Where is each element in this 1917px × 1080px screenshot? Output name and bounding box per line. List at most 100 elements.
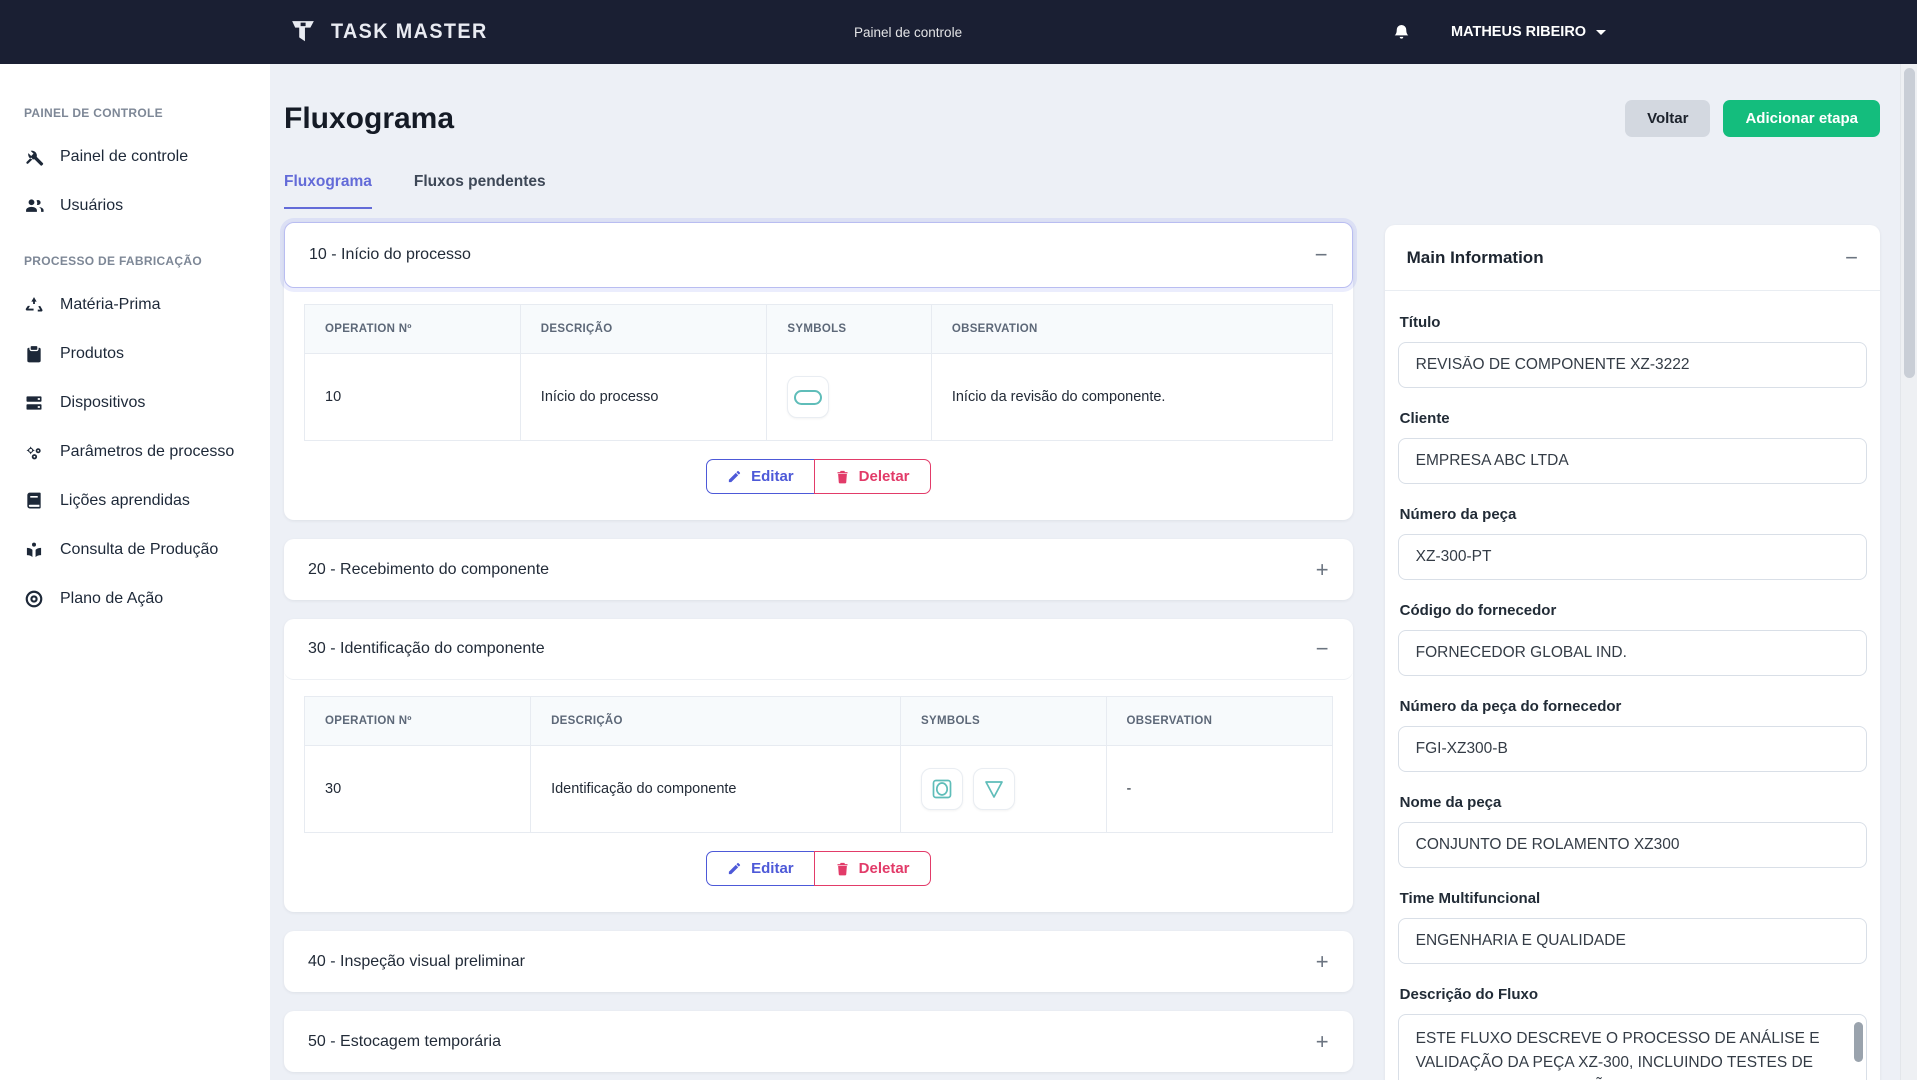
descricao-fluxo-label: Descrição do Fluxo xyxy=(1400,985,1865,1005)
target-icon xyxy=(24,589,44,609)
numero-peca-fornecedor-label: Número da peça do fornecedor xyxy=(1400,697,1865,717)
textarea-scrollbar-thumb[interactable] xyxy=(1854,1022,1863,1062)
recycle-icon xyxy=(24,295,44,315)
devices-icon xyxy=(24,393,44,413)
sidebar-item-label: Matéria-Prima xyxy=(60,296,160,314)
adicionar-etapa-button[interactable]: Adicionar etapa xyxy=(1723,100,1880,137)
accordion-card-30: 30 - Identificação do componente − OPERA… xyxy=(284,619,1353,912)
time-multifuncional-field[interactable] xyxy=(1398,918,1867,964)
top-navbar: TASK MASTER Painel de controle MATHEUS R… xyxy=(0,0,1917,64)
cell-observation: - xyxy=(1106,746,1332,833)
editar-label: Editar xyxy=(751,468,794,485)
sidebar-item-dispositivos[interactable]: Dispositivos xyxy=(0,378,270,427)
accordion-header-50[interactable]: 50 - Estocagem temporária + xyxy=(284,1011,1353,1072)
cliente-field[interactable] xyxy=(1398,438,1867,484)
deletar-button[interactable]: Deletar xyxy=(814,851,931,886)
page-title: Fluxograma xyxy=(284,102,454,136)
sidebar: PAINEL DE CONTROLE Painel de controle Us… xyxy=(0,64,270,1080)
cell-observation: Início da revisão do componente. xyxy=(931,354,1332,441)
book-icon xyxy=(24,491,44,511)
chevron-down-icon xyxy=(1596,30,1606,35)
accordion-title: 50 - Estocagem temporária xyxy=(308,1033,501,1051)
production-lookup-icon xyxy=(24,540,44,560)
collapse-minus-icon: − xyxy=(1315,244,1328,266)
logo-text: TASK MASTER xyxy=(331,20,488,44)
table-row: 30 Identificação do componente xyxy=(305,746,1333,833)
page-scrollbar[interactable] xyxy=(1900,64,1917,1080)
deletar-label: Deletar xyxy=(859,468,910,485)
editar-button[interactable]: Editar xyxy=(706,459,815,494)
voltar-button[interactable]: Voltar xyxy=(1625,100,1710,137)
terminator-symbol-icon xyxy=(794,390,822,405)
numero-peca-fornecedor-field[interactable] xyxy=(1398,726,1867,772)
sidebar-item-label: Painel de controle xyxy=(60,148,188,166)
nav-link-painel[interactable]: Painel de controle xyxy=(854,0,962,64)
accordion-card-50: 50 - Estocagem temporária + xyxy=(284,1011,1353,1072)
codigo-fornecedor-field[interactable] xyxy=(1398,630,1867,676)
storage-symbol-icon xyxy=(982,777,1006,801)
accordion-card-40: 40 - Inspeção visual preliminar + xyxy=(284,931,1353,992)
tools-icon xyxy=(24,147,44,167)
operation-symbol-button[interactable] xyxy=(921,768,963,810)
accordion-body-10: OPERATION Nº DESCRIÇÃO SYMBOLS OBSERVATI… xyxy=(284,288,1353,520)
sidebar-item-label: Dispositivos xyxy=(60,394,145,412)
storage-symbol-button[interactable] xyxy=(973,768,1015,810)
codigo-fornecedor-label: Código do fornecedor xyxy=(1400,601,1865,621)
titulo-label: Título xyxy=(1400,313,1865,333)
accordion-title: 40 - Inspeção visual preliminar xyxy=(308,953,525,971)
sidebar-item-produtos[interactable]: Produtos xyxy=(0,329,270,378)
operations-table-30: OPERATION Nº DESCRIÇÃO SYMBOLS OBSERVATI… xyxy=(304,696,1333,833)
tab-fluxos-pendentes[interactable]: Fluxos pendentes xyxy=(414,173,546,209)
accordion-header-30[interactable]: 30 - Identificação do componente − xyxy=(284,619,1353,680)
cell-operation-number: 30 xyxy=(305,746,531,833)
cell-description: Início do processo xyxy=(520,354,767,441)
collapse-minus-icon: − xyxy=(1316,638,1329,660)
collapse-minus-icon: − xyxy=(1845,247,1858,269)
notifications-bell-icon[interactable] xyxy=(1392,22,1411,43)
sidebar-item-label: Lições aprendidas xyxy=(60,492,190,510)
column-header-operation: OPERATION Nº xyxy=(305,697,531,746)
clipboard-icon xyxy=(24,344,44,364)
user-menu[interactable]: MATHEUS RIBEIRO xyxy=(1451,24,1606,40)
task-master-logo[interactable]: TASK MASTER xyxy=(290,0,493,64)
page-scrollbar-thumb[interactable] xyxy=(1904,68,1915,378)
sidebar-item-label: Consulta de Produção xyxy=(60,541,218,559)
nome-peca-label: Nome da peça xyxy=(1400,793,1865,813)
cliente-label: Cliente xyxy=(1400,409,1865,429)
descricao-fluxo-textarea[interactable]: ESTE FLUXO DESCREVE O PROCESSO DE ANÁLIS… xyxy=(1398,1014,1867,1080)
tab-fluxograma[interactable]: Fluxograma xyxy=(284,173,372,209)
sidebar-item-licoes[interactable]: Lições aprendidas xyxy=(0,476,270,525)
operations-table-10: OPERATION Nº DESCRIÇÃO SYMBOLS OBSERVATI… xyxy=(304,304,1333,441)
sidebar-item-usuarios[interactable]: Usuários xyxy=(0,181,270,230)
accordion-header-10[interactable]: 10 - Início do processo − xyxy=(284,222,1353,288)
numero-peca-field[interactable] xyxy=(1398,534,1867,580)
main-information-panel: Main Information − Título Cliente Número… xyxy=(1385,225,1880,1080)
accordion-title: 10 - Início do processo xyxy=(309,246,471,264)
tab-bar: Fluxograma Fluxos pendentes xyxy=(284,173,1353,209)
sidebar-section-painel: PAINEL DE CONTROLE xyxy=(24,106,246,120)
trash-icon xyxy=(835,469,850,484)
editar-button[interactable]: Editar xyxy=(706,851,815,886)
trash-icon xyxy=(835,861,850,876)
sidebar-item-label: Plano de Ação xyxy=(60,590,163,608)
accordion-header-20[interactable]: 20 - Recebimento do componente + xyxy=(284,539,1353,600)
accordion-header-40[interactable]: 40 - Inspeção visual preliminar + xyxy=(284,931,1353,992)
column-header-descricao: DESCRIÇÃO xyxy=(531,697,901,746)
sidebar-item-materia-prima[interactable]: Matéria-Prima xyxy=(0,280,270,329)
sidebar-item-parametros[interactable]: Parâmetros de processo xyxy=(0,427,270,476)
cell-description: Identificação do componente xyxy=(531,746,901,833)
panel-title: Main Information xyxy=(1407,248,1544,268)
terminator-symbol-button[interactable] xyxy=(787,376,829,418)
cell-symbols xyxy=(767,354,931,441)
column-header-observation: OBSERVATION xyxy=(931,305,1332,354)
sidebar-item-consulta[interactable]: Consulta de Produção xyxy=(0,525,270,574)
sidebar-item-plano-de-acao[interactable]: Plano de Ação xyxy=(0,574,270,623)
sidebar-item-painel-de-controle[interactable]: Painel de controle xyxy=(0,132,270,181)
pencil-icon xyxy=(727,861,742,876)
main-content: Fluxograma Voltar Adicionar etapa Fluxog… xyxy=(270,64,1900,1080)
panel-header[interactable]: Main Information − xyxy=(1385,225,1880,291)
gears-icon xyxy=(24,442,44,462)
deletar-button[interactable]: Deletar xyxy=(814,459,931,494)
titulo-field[interactable] xyxy=(1398,342,1867,388)
nome-peca-field[interactable] xyxy=(1398,822,1867,868)
